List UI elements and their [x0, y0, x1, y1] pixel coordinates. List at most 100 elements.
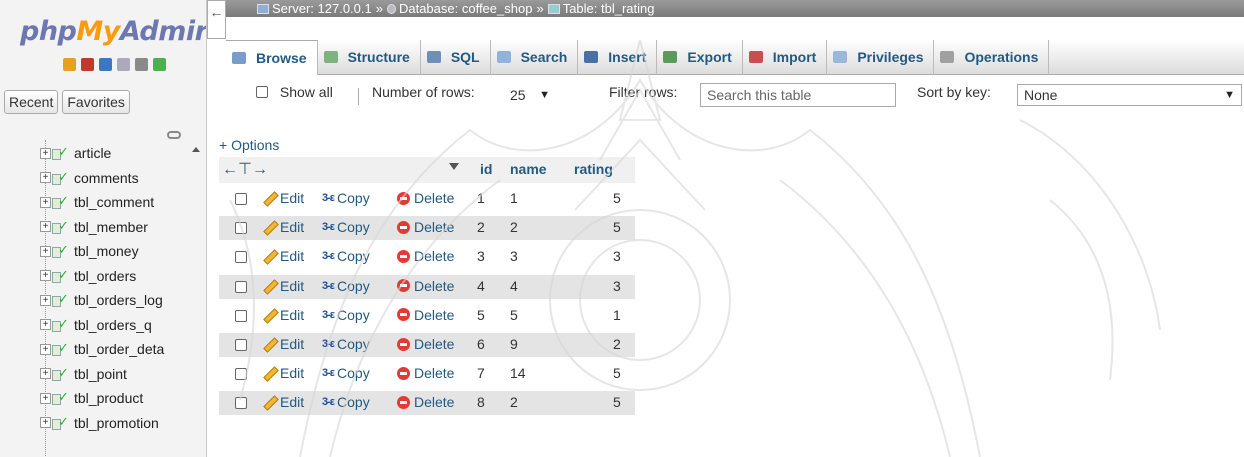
cell-name[interactable]: 5 — [510, 307, 518, 323]
sort-dropdown-icon[interactable] — [449, 163, 459, 170]
options-link[interactable]: + Options — [219, 137, 279, 153]
tab-search[interactable]: Search — [491, 39, 579, 75]
copy-link[interactable]: 3-ε Copy — [322, 394, 370, 410]
collapse-nav-icon[interactable]: ← — [207, 0, 226, 39]
expand-icon[interactable]: + — [40, 245, 51, 257]
tree-item[interactable]: + tbl_orders_log — [40, 289, 163, 311]
show-all-checkbox[interactable] — [256, 86, 268, 98]
tree-item[interactable]: + tbl_money — [40, 240, 139, 262]
row-checkbox[interactable] — [235, 309, 247, 322]
delete-link[interactable]: Delete — [397, 190, 454, 206]
expand-icon[interactable]: + — [40, 147, 51, 159]
cell-name[interactable]: 2 — [510, 219, 518, 235]
tab-privileges[interactable]: Privileges — [827, 39, 935, 75]
expand-icon[interactable]: + — [40, 319, 51, 330]
copy-link[interactable]: 3-ε Copy — [322, 336, 370, 352]
tab-import[interactable]: Import — [743, 39, 828, 75]
cell-name[interactable]: 9 — [510, 336, 518, 352]
cell-id[interactable]: 7 — [477, 365, 485, 381]
cell-id[interactable]: 4 — [477, 278, 485, 294]
cell-id[interactable]: 6 — [477, 336, 485, 352]
row-checkbox[interactable] — [235, 251, 247, 264]
breadcrumb-database[interactable]: Database: coffee_shop — [399, 1, 532, 16]
search-table-input[interactable]: Search this table — [700, 83, 896, 107]
scroll-up-icon[interactable] — [192, 147, 200, 152]
settings-icon[interactable] — [135, 58, 148, 71]
edit-link[interactable]: Edit — [262, 219, 304, 235]
copy-link[interactable]: 3-ε Copy — [322, 278, 370, 294]
expand-icon[interactable]: + — [40, 294, 51, 306]
row-checkbox[interactable] — [235, 368, 247, 381]
tree-item[interactable]: + tbl_promotion — [40, 412, 159, 434]
expand-icon[interactable]: + — [40, 221, 51, 232]
delete-link[interactable]: Delete — [397, 219, 454, 235]
expand-icon[interactable]: + — [40, 368, 51, 379]
row-checkbox[interactable] — [235, 280, 247, 293]
copy-link[interactable]: 3-ε Copy — [322, 190, 370, 206]
edit-link[interactable]: Edit — [262, 336, 304, 352]
home-icon[interactable] — [63, 58, 76, 71]
expand-icon[interactable]: + — [40, 196, 51, 208]
delete-link[interactable]: Delete — [397, 248, 454, 264]
recent-button[interactable]: Recent — [4, 90, 59, 114]
copy-link[interactable]: 3-ε Copy — [322, 365, 370, 381]
docs-icon[interactable] — [117, 58, 130, 71]
column-header-rating[interactable]: rating — [574, 161, 613, 177]
expand-icon[interactable]: + — [40, 392, 51, 404]
delete-link[interactable]: Delete — [397, 278, 454, 294]
tab-sql[interactable]: SQL — [421, 39, 491, 75]
tree-item[interactable]: + tbl_member — [40, 216, 148, 238]
delete-link[interactable]: Delete — [397, 365, 454, 381]
link-icon[interactable] — [167, 131, 181, 139]
cell-name[interactable]: 4 — [510, 278, 518, 294]
row-checkbox[interactable] — [235, 222, 247, 235]
expand-icon[interactable]: + — [40, 172, 51, 183]
edit-link[interactable]: Edit — [262, 365, 304, 381]
phpmyadmin-logo[interactable]: phpMyAdmir — [20, 16, 206, 47]
cell-rating[interactable]: 3 — [613, 278, 621, 294]
expand-icon[interactable]: + — [40, 270, 51, 281]
cell-rating[interactable]: 5 — [613, 190, 621, 206]
reload-icon[interactable] — [153, 58, 166, 71]
cell-name[interactable]: 14 — [510, 365, 526, 381]
delete-link[interactable]: Delete — [397, 307, 454, 323]
expand-icon[interactable]: + — [40, 417, 51, 428]
tab-operations[interactable]: Operations — [934, 39, 1050, 75]
row-checkbox[interactable] — [235, 339, 247, 351]
cell-rating[interactable]: 1 — [613, 307, 621, 323]
cell-name[interactable]: 2 — [510, 394, 518, 410]
row-checkbox[interactable] — [235, 397, 247, 410]
copy-link[interactable]: 3-ε Copy — [322, 219, 370, 235]
cell-rating[interactable]: 5 — [613, 365, 621, 381]
copy-link[interactable]: 3-ε Copy — [322, 248, 370, 264]
column-header-id[interactable]: id — [480, 161, 492, 177]
tab-structure[interactable]: Structure — [318, 39, 421, 75]
cell-id[interactable]: 2 — [477, 219, 485, 235]
tab-insert[interactable]: Insert — [578, 39, 658, 75]
help-icon[interactable] — [99, 58, 112, 71]
tree-item[interactable]: + tbl_comment — [40, 191, 154, 213]
exit-icon[interactable] — [81, 58, 94, 71]
cell-name[interactable]: 1 — [510, 190, 518, 206]
expand-icon[interactable]: + — [40, 343, 51, 355]
cell-id[interactable]: 1 — [477, 190, 485, 206]
edit-link[interactable]: Edit — [262, 394, 304, 410]
edit-link[interactable]: Edit — [262, 190, 304, 206]
breadcrumb-server[interactable]: Server: 127.0.0.1 — [272, 1, 372, 16]
cell-id[interactable]: 8 — [477, 394, 485, 410]
tree-item[interactable]: + tbl_order_deta — [40, 338, 164, 360]
favorites-button[interactable]: Favorites — [62, 90, 130, 114]
cell-rating[interactable]: 2 — [613, 336, 621, 352]
cell-rating[interactable]: 5 — [613, 394, 621, 410]
tree-item[interactable]: + tbl_orders — [40, 265, 136, 287]
tab-export[interactable]: Export — [657, 39, 743, 75]
edit-link[interactable]: Edit — [262, 278, 304, 294]
tree-item[interactable]: + article — [40, 142, 111, 164]
rows-select[interactable]: 25 ▼ — [504, 84, 556, 106]
delete-link[interactable]: Delete — [397, 394, 454, 410]
cell-rating[interactable]: 3 — [613, 248, 621, 264]
tree-item[interactable]: + tbl_point — [40, 363, 127, 385]
row-checkbox[interactable] — [235, 193, 247, 205]
cell-rating[interactable]: 5 — [613, 219, 621, 235]
cell-id[interactable]: 3 — [477, 248, 485, 264]
